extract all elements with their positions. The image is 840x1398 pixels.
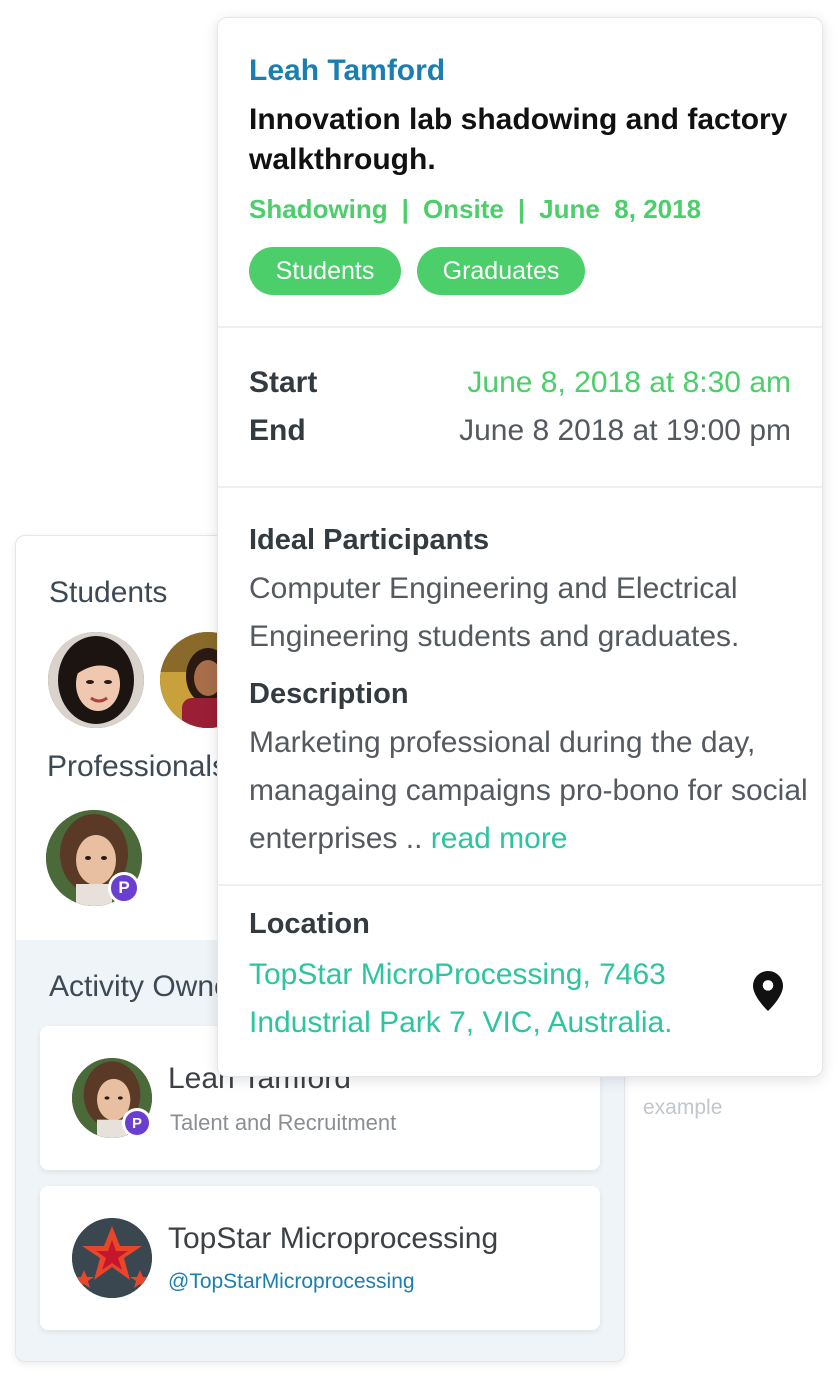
description-heading: Description [249,678,409,710]
owner-card-company[interactable]: TopStar Microprocessing @TopStarMicropro… [40,1186,600,1330]
company-handle[interactable]: @TopStarMicroprocessing [168,1270,415,1294]
divider [218,884,822,886]
event-mode: Onsite [422,194,504,224]
owner-badge: P [122,1108,152,1138]
company-name: TopStar Microprocessing [168,1222,499,1255]
start-label: Start [249,366,318,399]
read-more-link[interactable]: read more [431,822,568,855]
host-name-link[interactable]: Leah Tamford [249,54,445,88]
ideal-participants-heading: Ideal Participants [249,524,490,556]
description-text: Marketing professional during the day, m… [249,719,809,863]
star-logo-icon [72,1218,152,1298]
event-date: June 8, 2018 [539,194,702,224]
tag-students[interactable]: Students [249,247,401,295]
owner-avatar: P [72,1058,152,1138]
meta-separator: | [401,194,409,224]
end-value: June 8 2018 at 19:00 pm [459,414,791,447]
ideal-participants-text: Computer Engineering and Electrical Engi… [249,572,740,653]
owner-subtitle: Talent and Recruitment [170,1110,397,1135]
divider [218,326,822,328]
professional-avatar[interactable]: P [46,810,142,906]
end-label: End [249,414,306,447]
professionals-heading: Professionals [47,750,228,783]
event-title: Innovation lab shadowing and factory wal… [249,103,788,176]
students-heading: Students [49,576,168,609]
professional-badge: P [108,872,140,904]
divider [218,486,822,488]
event-type: Shadowing [249,194,388,224]
start-value: June 8, 2018 at 8:30 am [467,366,791,399]
location-pin-icon[interactable] [752,971,784,1011]
tag-graduates[interactable]: Graduates [417,247,585,295]
meta-separator: | [517,194,526,224]
event-detail-card: Leah Tamford Innovation lab shadowing an… [217,17,823,1077]
location-heading: Location [249,908,370,940]
student-avatar-1[interactable] [48,632,144,728]
location-address[interactable]: TopStar MicroProcessing, 7463 Industrial… [249,951,729,1047]
example-label: example [643,1096,723,1119]
event-meta: Shadowing | Onsite | June 8, 2018 [249,194,701,225]
